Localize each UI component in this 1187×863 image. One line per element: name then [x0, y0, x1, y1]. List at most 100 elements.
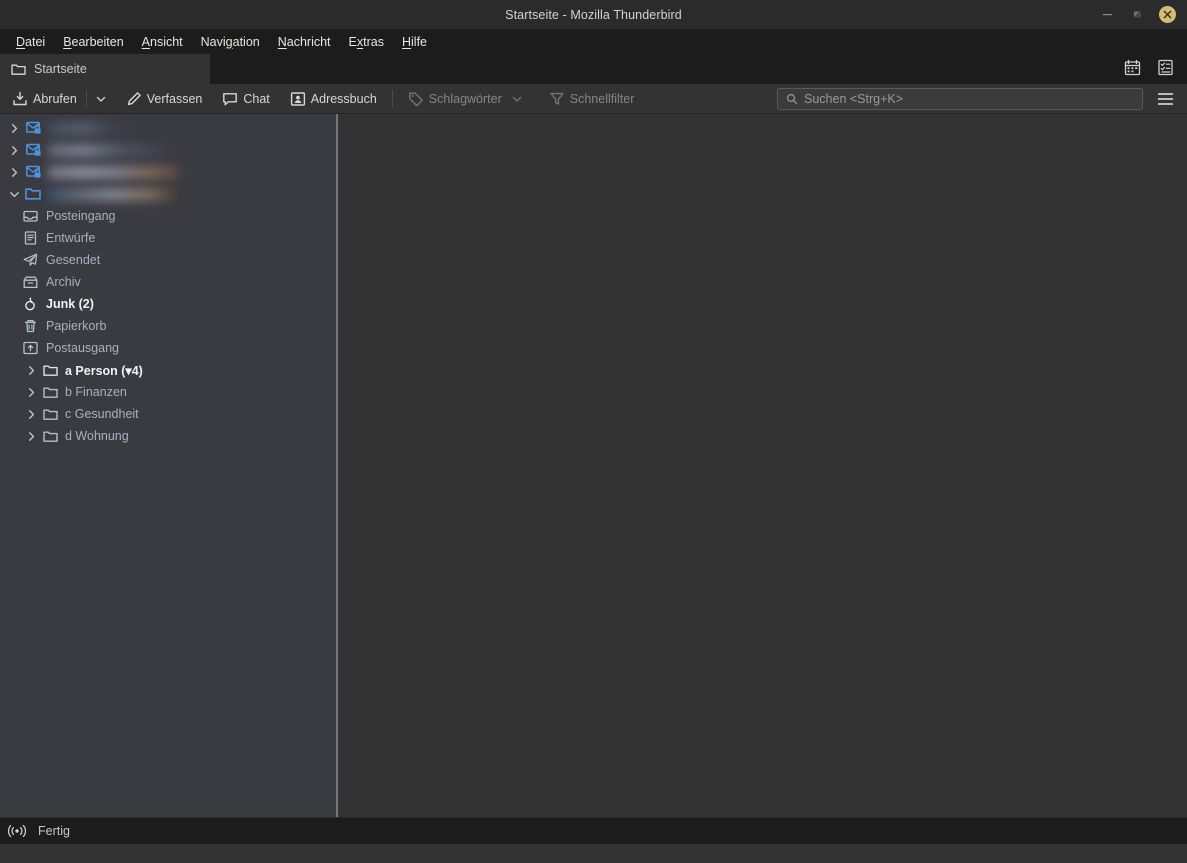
download-icon	[12, 91, 28, 107]
sent-icon	[21, 253, 40, 267]
mail-lock-icon	[24, 121, 43, 135]
folder-row-gesendet[interactable]: Gesendet	[0, 249, 336, 271]
archive-icon	[21, 275, 40, 289]
toolbar-separator	[85, 90, 87, 107]
folder-icon	[41, 364, 60, 377]
folder-row-d-wohnung[interactable]: d Wohnung	[0, 425, 336, 447]
menu-bar: Datei Bearbeiten Ansicht Navigation Nach…	[0, 29, 1187, 54]
maximize-button[interactable]	[1129, 7, 1145, 23]
folder-icon	[41, 430, 60, 443]
chevron-right-icon[interactable]	[21, 387, 41, 398]
folder-icon	[11, 63, 26, 76]
chevron-down-icon	[511, 93, 523, 105]
addressbook-label: Adressbuch	[310, 91, 377, 106]
folder-row-a-person[interactable]: a Person (▾4)	[0, 359, 336, 381]
chevron-right-icon[interactable]	[4, 167, 24, 178]
folder-label: d Wohnung	[65, 429, 129, 443]
account-row-expanded[interactable]	[0, 183, 336, 205]
calendar-icon[interactable]	[1124, 59, 1141, 76]
chevron-down-icon[interactable]	[4, 189, 24, 200]
folder-row-posteingang[interactable]: Posteingang	[0, 205, 336, 227]
tabbar-right-icons	[1124, 54, 1187, 84]
folder-label: Junk (2)	[46, 297, 94, 311]
chevron-right-icon[interactable]	[4, 145, 24, 156]
folder-label: Archiv	[46, 275, 81, 289]
mail-lock-icon	[24, 165, 43, 179]
app-menu-button[interactable]	[1151, 87, 1179, 111]
folder-row-b-finanzen[interactable]: b Finanzen	[0, 381, 336, 403]
chevron-right-icon[interactable]	[21, 431, 41, 442]
folder-label: a Person (▾4)	[65, 363, 143, 378]
compose-button[interactable]: Verfassen	[120, 88, 209, 110]
account-row[interactable]	[0, 139, 336, 161]
chevron-right-icon[interactable]	[21, 409, 41, 420]
folder-icon	[41, 386, 60, 399]
folder-label: b Finanzen	[65, 385, 127, 399]
title-bar: Startseite - Mozilla Thunderbird	[0, 0, 1187, 29]
tab-startseite[interactable]: Startseite	[0, 54, 211, 84]
pencil-icon	[126, 91, 142, 107]
hamburger-line	[1157, 92, 1173, 95]
get-messages-button[interactable]: Abrufen	[6, 88, 83, 110]
folder-row-postausgang[interactable]: Postausgang	[0, 337, 336, 359]
quickfilter-label: Schnellfilter	[569, 91, 635, 106]
drafts-icon	[21, 231, 40, 245]
junk-icon	[21, 297, 40, 311]
menu-bearbeiten[interactable]: Bearbeiten	[54, 32, 132, 52]
folder-label: Entwürfe	[46, 231, 96, 245]
quickfilter-button[interactable]: Schnellfilter	[543, 88, 641, 110]
status-text: Fertig	[38, 824, 70, 838]
compose-label: Verfassen	[146, 91, 203, 106]
tab-label: Startseite	[34, 62, 87, 76]
menu-datei[interactable]: Datei	[7, 32, 54, 52]
tasks-icon[interactable]	[1157, 59, 1174, 76]
hamburger-line	[1157, 102, 1173, 105]
addressbook-button[interactable]: Adressbuch	[284, 88, 383, 110]
address-card-icon	[290, 91, 306, 107]
account-row[interactable]	[0, 161, 336, 183]
get-messages-dropdown[interactable]	[90, 90, 112, 108]
folder-row-junk[interactable]: Junk (2)	[0, 293, 336, 315]
menu-navigation[interactable]: Navigation	[192, 32, 269, 52]
tags-label: Schlagwörter	[428, 91, 502, 106]
menu-hilfe[interactable]: Hilfe	[393, 32, 436, 52]
network-activity-icon	[8, 824, 26, 838]
search-icon	[786, 93, 798, 105]
folder-pane[interactable]: Posteingang Entwürfe Gesendet Archiv Jun…	[0, 114, 336, 817]
chevron-right-icon[interactable]	[4, 123, 24, 134]
folder-label: Papierkorb	[46, 319, 107, 333]
chat-button[interactable]: Chat	[216, 88, 275, 110]
folder-row-papierkorb[interactable]: Papierkorb	[0, 315, 336, 337]
folder-label: c Gesundheit	[65, 407, 139, 421]
account-name-redacted	[48, 121, 140, 135]
search-input[interactable]: Suchen <Strg+K>	[777, 87, 1143, 110]
chevron-down-icon	[95, 93, 107, 105]
inbox-icon	[21, 209, 40, 223]
outbox-icon	[21, 341, 40, 355]
menu-extras[interactable]: Extras	[340, 32, 393, 52]
chevron-right-icon[interactable]	[21, 365, 41, 376]
window-title: Startseite - Mozilla Thunderbird	[505, 7, 682, 22]
main-body: Posteingang Entwürfe Gesendet Archiv Jun…	[0, 114, 1187, 817]
folder-row-archiv[interactable]: Archiv	[0, 271, 336, 293]
folder-icon	[41, 408, 60, 421]
folder-row-c-gesundheit[interactable]: c Gesundheit	[0, 403, 336, 425]
get-messages-label: Abrufen	[33, 91, 77, 106]
folder-row-entwuerfe[interactable]: Entwürfe	[0, 227, 336, 249]
tab-bar: Startseite	[0, 54, 1187, 84]
minimize-button[interactable]	[1099, 7, 1115, 23]
menu-ansicht[interactable]: Ansicht	[133, 32, 192, 52]
toolbar-separator-2	[391, 90, 393, 107]
folder-label: Gesendet	[46, 253, 101, 267]
tags-button[interactable]: Schlagwörter	[402, 88, 529, 110]
menu-nachricht[interactable]: Nachricht	[269, 32, 340, 52]
account-row[interactable]	[0, 117, 336, 139]
chat-label: Chat	[243, 91, 270, 106]
folder-label: Postausgang	[46, 341, 119, 355]
hamburger-line	[1157, 97, 1173, 100]
account-name-redacted	[48, 187, 176, 201]
close-button[interactable]	[1159, 6, 1176, 23]
account-name-redacted	[48, 165, 180, 179]
mail-lock-icon	[24, 143, 43, 157]
trash-icon	[21, 319, 40, 333]
